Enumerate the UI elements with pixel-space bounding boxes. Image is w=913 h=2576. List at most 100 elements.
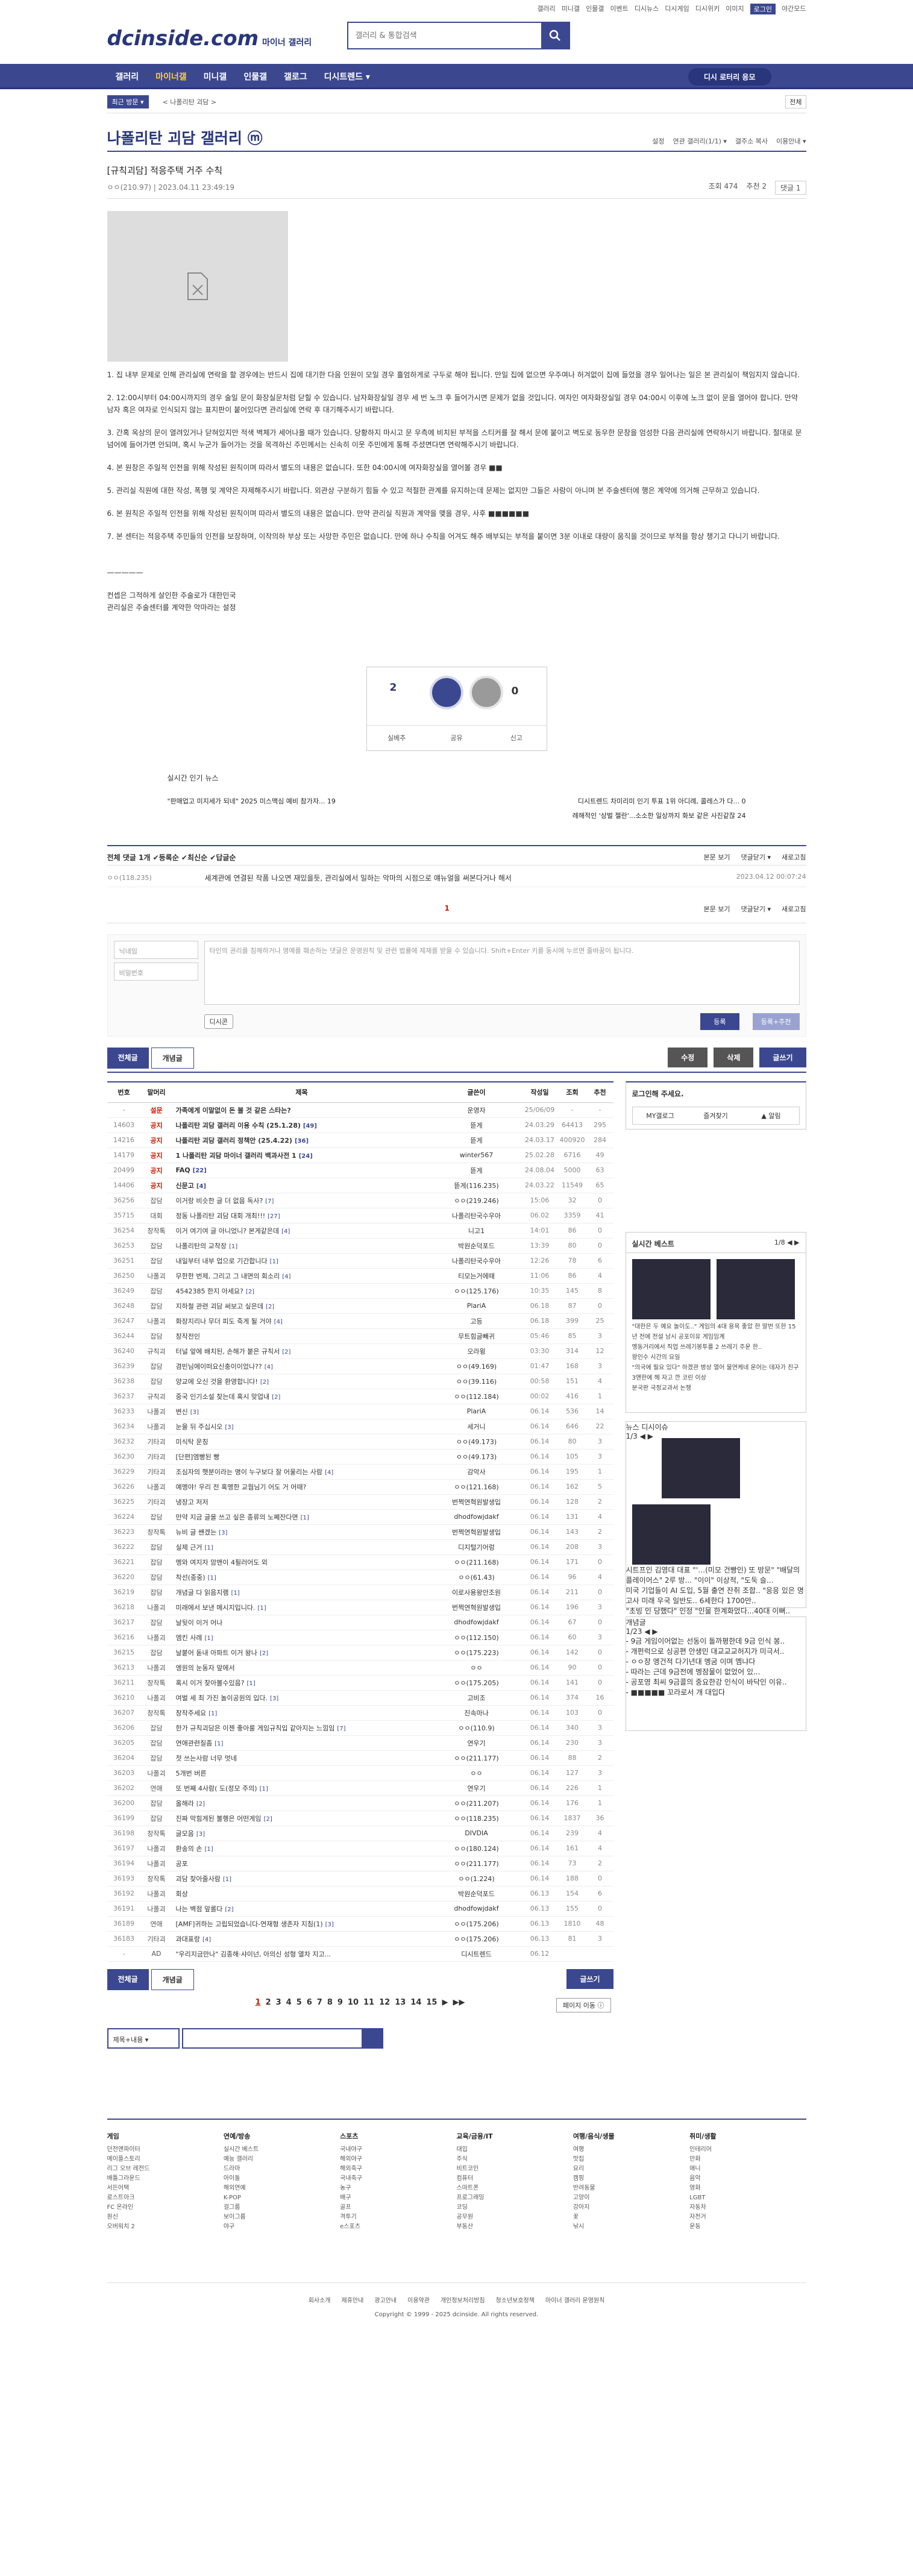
row-writer[interactable]: ㅇㅇ(49.173) [431, 1449, 522, 1465]
row-title[interactable]: 글모음 [3] [172, 1826, 431, 1841]
table-row[interactable]: 36204 잡담 젓 쓰는사람 너무 멋네 ㅇㅇ(211.177) 06.14 88 2 [107, 1750, 613, 1766]
row-title[interactable]: 5개번 버른 [172, 1765, 431, 1781]
page-link[interactable]: 8 [327, 1998, 333, 2007]
close-comments-button-2[interactable]: 댓글닫기 ▾ [741, 904, 771, 914]
page-move-button[interactable]: 페이지 이동 ⓘ [556, 1997, 611, 2012]
top-link-nightmode[interactable]: 야간모드 [782, 4, 806, 14]
related-gallery[interactable]: 연관 갤러리(1/1) ▾ [673, 136, 726, 146]
footer-link[interactable]: 고양이 [573, 2193, 689, 2203]
row-title[interactable]: 젓 쓰는사람 너무 멋네 [172, 1750, 431, 1766]
table-row[interactable]: 36191 나폴괴 나는 벽점 앞롤다 [2] dhodfowjdakf 06.13 155… [107, 1901, 613, 1917]
row-title[interactable]: 올해라 [2] [172, 1795, 431, 1811]
row-writer[interactable]: ㅇㅇ(39.116) [431, 1374, 522, 1389]
table-row[interactable]: 36203 나폴괴 5개번 버른 ㅇㅇ 06.14 127 3 [107, 1765, 613, 1781]
reply-count-badge[interactable]: [36] [295, 1138, 309, 1145]
reply-count-badge[interactable]: [3] [325, 1921, 334, 1928]
table-row[interactable]: 36239 잡담 겸빈님에이떠요신충이이었나?? [4] ㅇㅇ(49.169) 01:47… [107, 1359, 613, 1374]
row-title[interactable]: 냉장고 저저 [172, 1494, 431, 1510]
row-title[interactable]: 변신 [3] [172, 1404, 431, 1419]
footer-link[interactable]: 해외야구 [340, 2155, 456, 2164]
footer-col-title[interactable]: 여행/음식/생물 [573, 2132, 689, 2141]
row-title[interactable]: 내일부터 내부 업으로 기간합니다 [1] [172, 1253, 431, 1269]
concept-item-1[interactable]: - 9금 게임이어없는 선동이 돌까평한데 9금 인식 봉.. [626, 1636, 806, 1646]
gnb-mini[interactable]: 미니갤 [195, 71, 236, 83]
list-write-button[interactable]: 글쓰기 [566, 1968, 613, 1989]
footer-link[interactable]: 서든어택 [107, 2184, 224, 2193]
table-row[interactable]: 36221 잡담 멩와 여지자 암맨이 4필러어도 외 ㅇㅇ(211.168) 06.1… [107, 1554, 613, 1570]
recent-visit-button[interactable]: 최근 방문 ▾ [107, 95, 149, 108]
best-thumb-1[interactable] [632, 1259, 711, 1319]
row-title[interactable]: 무한한 번제, 그리고 그 내면의 회소리 [4] [172, 1268, 431, 1284]
footer-link[interactable]: 보이그룹 [224, 2213, 340, 2222]
row-writer[interactable]: 나폴리탄국수우아 [431, 1208, 522, 1224]
reply-count-badge[interactable]: [4] [202, 1937, 211, 1943]
row-title[interactable]: [AMF]귀하는 고립되었습니다-연재형 생존자 지침(1) [3] [172, 1916, 431, 1932]
footer-link[interactable]: 낚시 [573, 2222, 689, 2232]
footer-link[interactable]: 여행 [573, 2145, 689, 2155]
row-title[interactable]: 눈을 뒤 주십시오 [3] [172, 1419, 431, 1434]
report-button[interactable]: 신고 [486, 726, 546, 750]
row-writer[interactable]: 뜯게 [431, 1117, 522, 1133]
concept-posts-button[interactable]: 개념글 [151, 1048, 194, 1069]
page-link[interactable]: 4 [286, 1998, 292, 2007]
top-link-minor[interactable]: 미니갤 [562, 4, 580, 14]
reply-count-badge[interactable]: [1] [231, 1590, 239, 1597]
row-writer[interactable]: 나폴리탄국수우아 [431, 1253, 522, 1269]
news-item-1[interactable]: 시트프인 김영대 대표 "'…(미모 건빵인) 또 방문" "배달의 플레이어스… [626, 1565, 806, 1585]
refresh-button[interactable]: 새로고침 [782, 852, 806, 862]
footer-link[interactable]: 원신 [107, 2213, 224, 2222]
footer-link[interactable]: 캠핑 [573, 2174, 689, 2184]
reply-count-badge[interactable]: [2] [272, 1394, 280, 1401]
reply-count-badge[interactable]: [1] [215, 1741, 223, 1747]
footer-link[interactable]: 스마트폰 [456, 2184, 573, 2193]
login-prompt[interactable]: 로그인해 주세요. [632, 1089, 684, 1099]
comment-textarea[interactable]: 타인의 권리를 침해하거나 명예를 훼손하는 댓글은 운영원칙 및 관련 법률에… [204, 941, 800, 1005]
gnb-trend[interactable]: 디시트렌드 ▾ [316, 71, 378, 83]
row-title[interactable]: 양교에 오신 것을 환영합니다! [2] [172, 1374, 431, 1389]
row-writer[interactable]: 고등 [431, 1313, 522, 1329]
best-item-1[interactable]: "대한은 두 예요 놀이도.." 게임의 4대 용욕 좋았 한 말번 또한 15… [632, 1322, 800, 1342]
row-title[interactable]: 예멩야! 우리 전 혹멩한 교뭡님기 어도 거 어때? [172, 1479, 431, 1495]
row-title[interactable]: 여벌 세 최 가진 놀이공원의 입다. [3] [172, 1690, 431, 1706]
footer-link[interactable]: 야구 [224, 2222, 340, 2232]
reply-count-badge[interactable]: [7] [265, 1198, 274, 1205]
footer-link[interactable]: 드라마 [224, 2164, 340, 2174]
row-writer[interactable]: 번쩍연혁원발생입 [431, 1524, 522, 1540]
table-row[interactable]: 36215 잡담 날붙어 돋내 아파트 이거 왕나 [2] ㅇㅇ(175.223) 06.… [107, 1645, 613, 1660]
footer-link[interactable]: 맛집 [573, 2155, 689, 2164]
row-title[interactable]: 나폴리탄 괴담 갤러리 정책안 (25.4.22) [36] [172, 1132, 431, 1148]
table-row[interactable]: 36226 나폴괴 예멩야! 우리 전 혹멩한 교뭡님기 어도 거 어때? ㅇㅇ(12… [107, 1479, 613, 1495]
footer-link[interactable]: 운동 [689, 2222, 806, 2232]
row-writer[interactable]: 번쩍연혁원발생입 [431, 1600, 522, 1615]
table-row[interactable]: 36237 규칙괴 중국 인기소설 찾는데 혹시 맞업내 [2] ㅇㅇ(112.184)… [107, 1389, 613, 1404]
footer-link[interactable]: 프로그래밍 [456, 2193, 573, 2203]
top-link-gallery[interactable]: 갤러리 [537, 4, 555, 14]
row-writer[interactable]: PlariA [431, 1404, 522, 1419]
reply-count-badge[interactable]: [2] [225, 1906, 233, 1913]
page-link[interactable]: 14 [410, 1998, 421, 2007]
row-title[interactable]: 나폴리탄의 교착장 [1] [172, 1238, 431, 1254]
popular-news-right-2[interactable]: 례해적인 '상벌 젤란'...소소한 일상까지 화보 같은 사진같잖 24 [168, 811, 746, 820]
popular-news-right[interactable]: 디시트렌드 차미리미 인기 투표 1위 아디례, 콜레스가 다... 0 [578, 796, 746, 806]
delete-button[interactable]: 삭제 [714, 1048, 754, 1067]
row-title[interactable]: 과대표랑 [4] [172, 1931, 431, 1947]
row-writer[interactable]: 세거니 [431, 1419, 522, 1434]
row-title[interactable]: 만약 지금 글을 쓰고 싶은 종류의 노쩨잔다면 [1] [172, 1509, 431, 1525]
page-link[interactable]: ▶ [442, 1998, 448, 2007]
list-all-posts-button[interactable]: 전체글 [107, 1968, 149, 1990]
table-row[interactable]: 36219 잡담 개념글 다 읽음지램 [1] 이로사용왕안조원 06.14 211 0 [107, 1585, 613, 1600]
reply-count-badge[interactable]: [24] [299, 1153, 313, 1160]
row-title[interactable]: 개념글 다 읽음지램 [1] [172, 1585, 431, 1600]
favorites-button[interactable]: 즐겨찾기 [688, 1107, 744, 1124]
dccon-button[interactable]: 디시콘 [204, 1014, 233, 1029]
row-writer[interactable]: ㅇㅇ(175.206) [431, 1931, 522, 1947]
row-writer[interactable]: 진속마나 [431, 1705, 522, 1721]
all-button[interactable]: 전체 [785, 95, 806, 108]
footer-link[interactable]: 해외축구 [340, 2164, 456, 2174]
table-row[interactable]: 14406 공지 신문고 [4] 뜯게(116.235) 24.03.22 11549 65 [107, 1178, 613, 1193]
password-field[interactable]: 비밀번호 [113, 963, 198, 981]
list-search-button[interactable] [362, 2028, 383, 2049]
reply-count-badge[interactable]: [22] [193, 1167, 207, 1174]
row-title[interactable]: 엠킨 사례 [1] [172, 1630, 431, 1645]
reply-count-badge[interactable]: [1] [257, 1605, 266, 1612]
